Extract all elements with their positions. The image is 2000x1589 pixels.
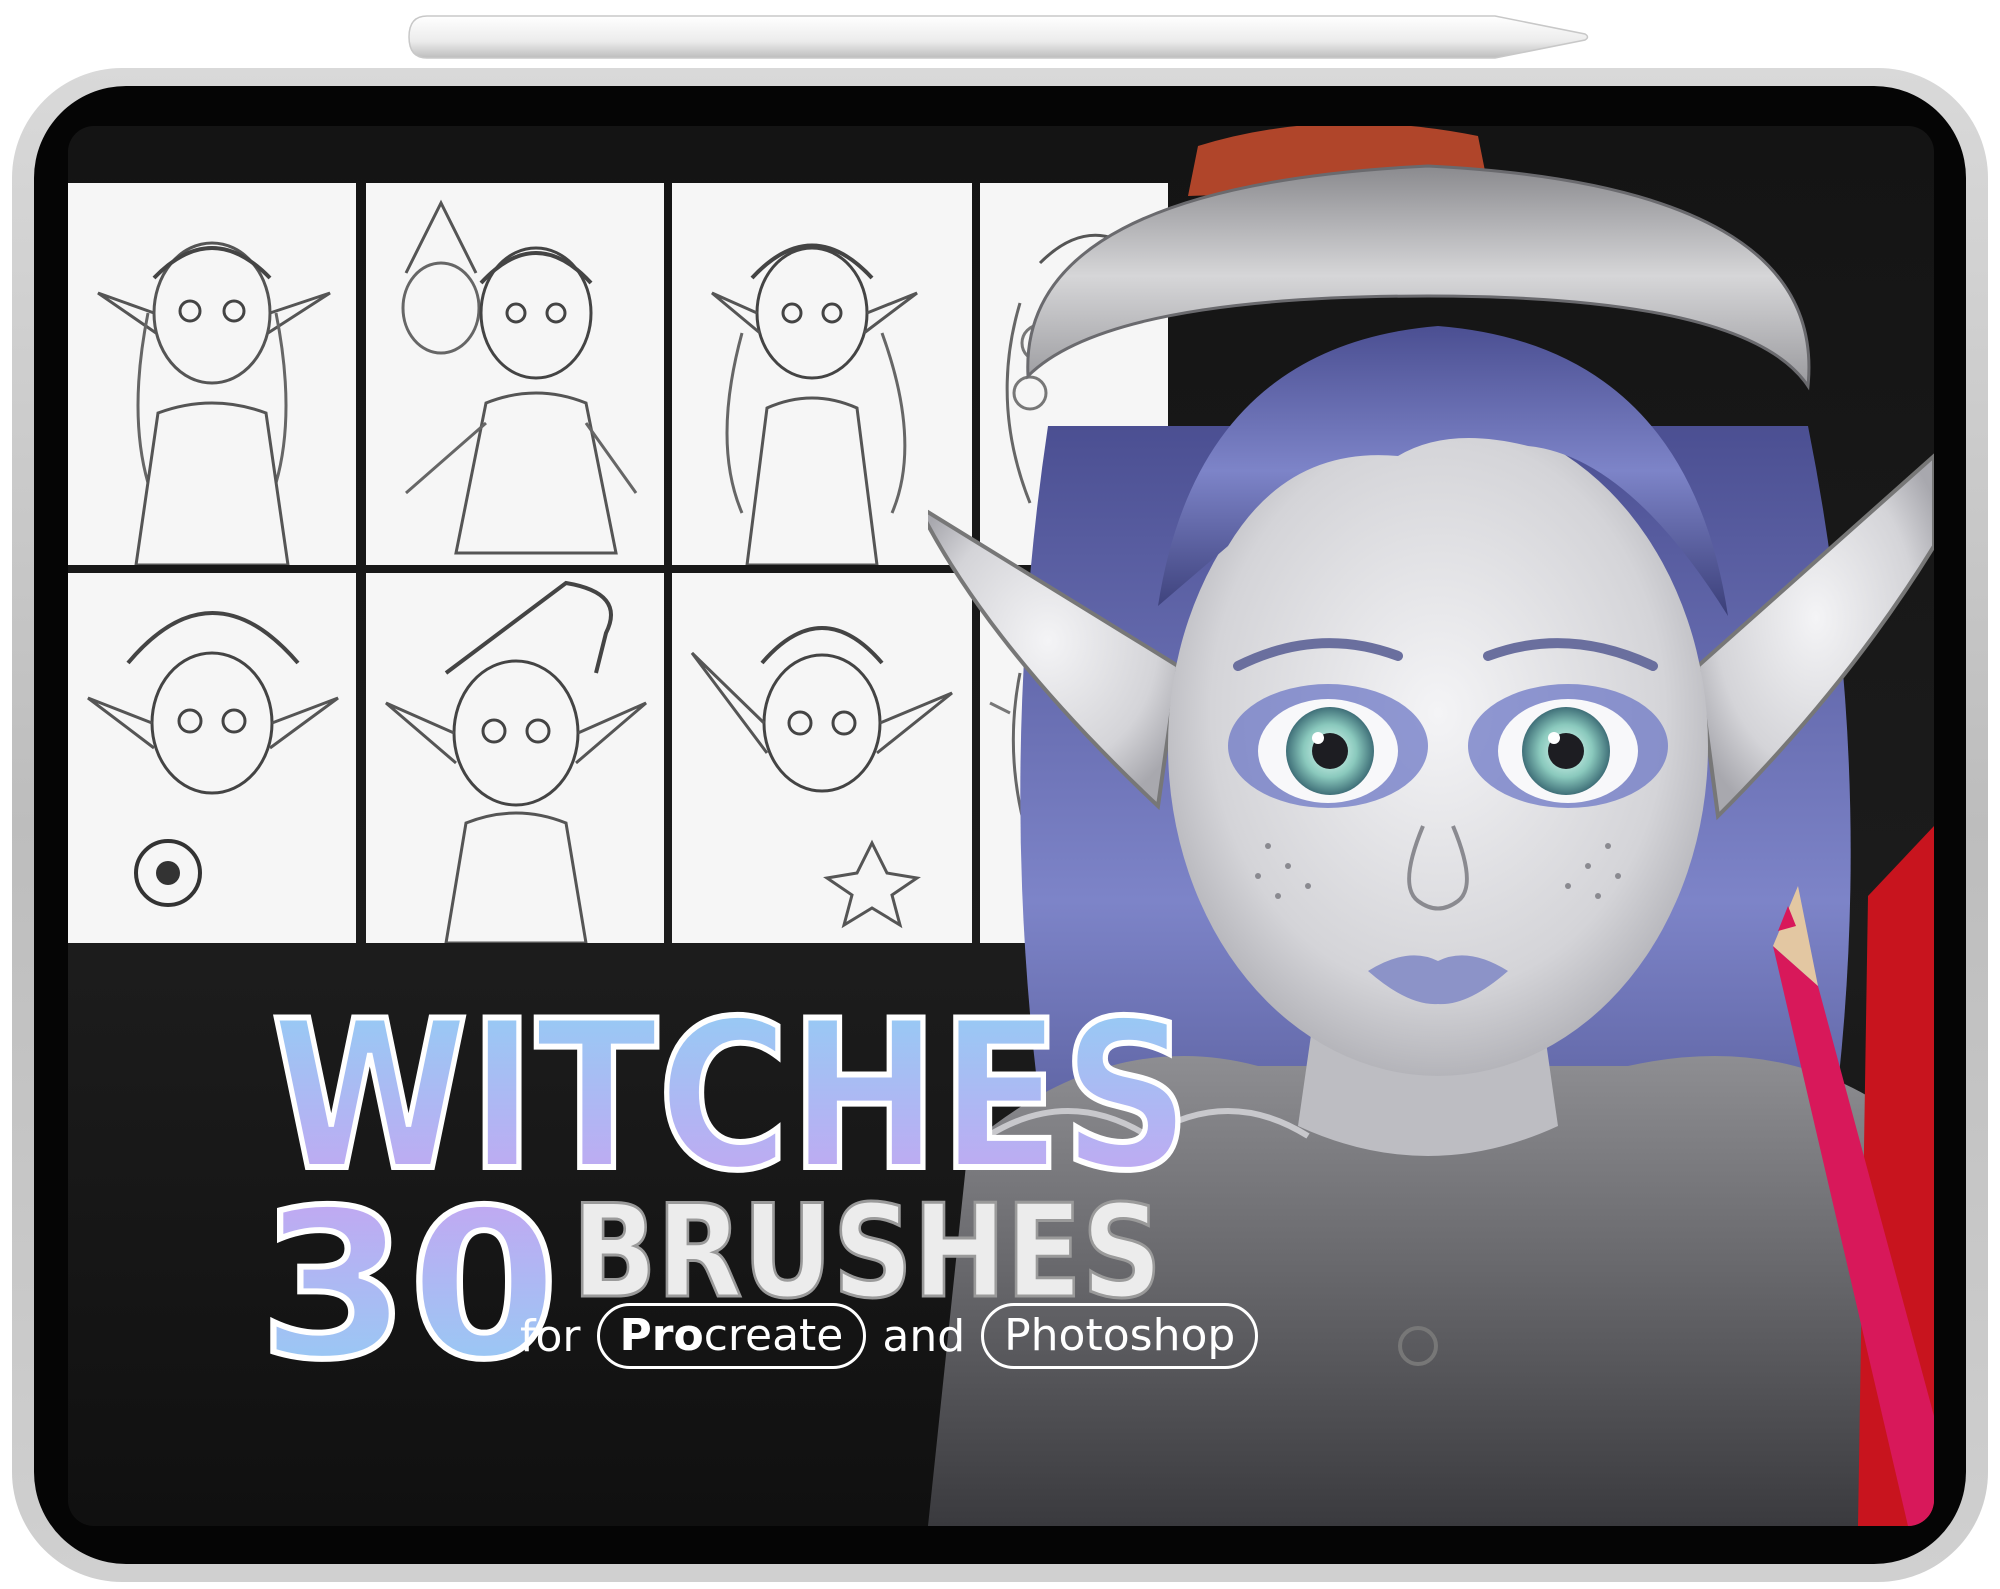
coloring-page-thumbnail[interactable] (366, 183, 664, 565)
subtitle-and: and (882, 1310, 966, 1362)
procreate-pro: Pro (619, 1310, 704, 1361)
coloring-page-thumbnail[interactable] (366, 573, 664, 943)
subtitle: for Pro create and Photoshop (520, 1303, 1274, 1369)
svg-text:BRUSHES: BRUSHES (572, 1184, 1162, 1304)
title-brushes: BRUSHES (571, 1184, 1164, 1304)
elf-girl-star-sketch-icon (690, 626, 953, 929)
coloring-page-thumbnail[interactable] (68, 573, 356, 943)
svg-text:30: 30 (259, 1178, 559, 1368)
stylus-pencil (408, 15, 1589, 59)
photoshop-badge: Photoshop (981, 1303, 1259, 1369)
gnome-eyeball-sketch-icon (87, 611, 339, 907)
coloring-page-thumbnail[interactable] (672, 573, 972, 943)
coloring-page-thumbnail[interactable] (68, 183, 356, 565)
tablet-screen: WITCHES 30 BRUSHES for Pro create and Pho… (68, 126, 1934, 1526)
procreate-rest: create (703, 1310, 844, 1361)
subtitle-for: for (520, 1310, 581, 1362)
elf-girl-sketch-icon (97, 241, 331, 565)
coloring-page-thumbnail[interactable] (672, 183, 972, 565)
svg-text:WITCHES: WITCHES (271, 991, 1191, 1191)
gnome-girl-flower-sketch-icon (385, 580, 647, 943)
two-witches-sketch-icon (401, 199, 638, 555)
elf-girl-hands-sketch-icon (711, 243, 918, 565)
procreate-badge: Pro create (596, 1303, 867, 1369)
title-witches: WITCHES (268, 991, 1194, 1191)
